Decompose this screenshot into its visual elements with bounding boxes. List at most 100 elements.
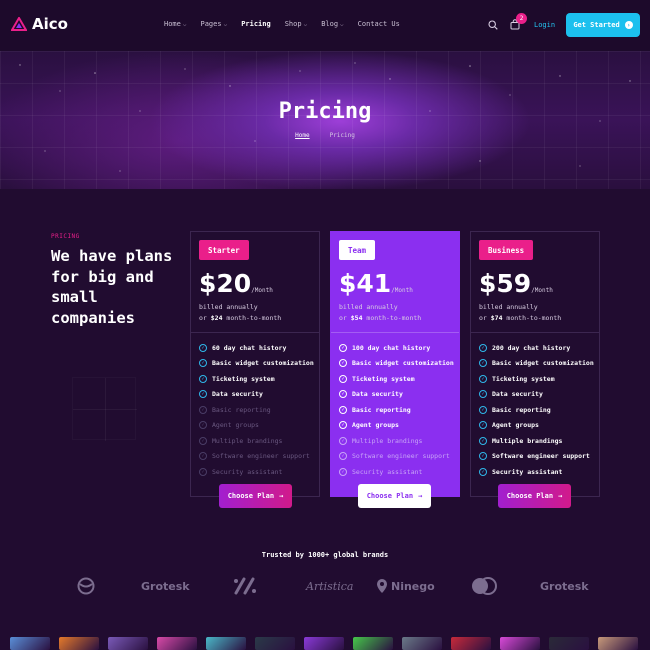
check-circle-icon: ✓ — [339, 467, 347, 476]
ninego-logo: Ninego — [376, 572, 435, 600]
nav-label: Home — [164, 20, 181, 28]
check-circle-icon: ✓ — [199, 374, 207, 383]
nav-item-pages[interactable]: Pages ⌵ — [200, 20, 227, 28]
choose-plan-team-button[interactable]: Choose Plan → — [358, 484, 431, 508]
pricing-eyebrow: PRICING — [51, 233, 80, 240]
nav-label: Shop — [284, 20, 302, 28]
or-label: or — [479, 314, 487, 322]
gallery-thumbnail[interactable] — [549, 637, 589, 650]
feature-text: Software engineer support — [492, 452, 590, 461]
plan-card-business: Business $59 /Month billed annually or $… — [470, 231, 600, 497]
get-started-label: Get Started — [573, 21, 620, 29]
feature-item: ✓ Basic widget customization — [479, 356, 594, 372]
check-circle-icon: ✓ — [479, 452, 487, 461]
feature-text: Security assistant — [352, 467, 423, 476]
monthly-price: $24 — [210, 314, 223, 322]
page-title: Pricing — [278, 99, 372, 124]
price-amount: $20 — [199, 269, 252, 298]
feature-text: Multiple brandings — [212, 436, 283, 445]
feature-item: ✓ 60 day chat history — [199, 340, 314, 356]
feature-text: Security assistant — [212, 467, 283, 476]
login-link[interactable]: Login — [534, 21, 555, 29]
check-circle-icon: ✓ — [199, 343, 207, 352]
check-circle-icon: ✓ — [479, 436, 487, 445]
choose-plan-starter-button[interactable]: Choose Plan → — [219, 484, 292, 508]
trusted-by-heading: Trusted by 1000+ global brands — [261, 551, 389, 559]
nav-label: Pricing — [241, 20, 271, 28]
billing-note: billed annually or $74 month-to-month — [479, 302, 561, 324]
nav-item-home[interactable]: Home ⌵ — [164, 20, 186, 28]
gallery-thumbnail[interactable] — [353, 637, 393, 650]
check-circle-icon: ✓ — [479, 421, 487, 430]
feature-text: Basic reporting — [492, 405, 551, 414]
check-circle-icon: ✓ — [199, 390, 207, 399]
feature-text: Software engineer support — [352, 452, 450, 461]
gallery-thumbnail[interactable] — [451, 637, 491, 650]
price-amount: $41 — [339, 269, 392, 298]
arrow-right-icon: → — [418, 492, 423, 500]
gallery-thumbnail[interactable] — [598, 637, 638, 650]
gallery-thumbnail[interactable] — [157, 637, 197, 650]
feature-text: Software engineer support — [212, 452, 310, 461]
check-circle-icon: ✓ — [339, 343, 347, 352]
decorative-grid — [72, 377, 137, 441]
feature-item: ✓ 100 day chat history — [339, 340, 454, 356]
arrow-right-icon: › — [624, 21, 633, 29]
choose-plan-business-button[interactable]: Choose Plan → — [498, 484, 571, 508]
feature-list: ✓ 200 day chat history ✓ Basic widget custo… — [479, 340, 594, 480]
circle-logo-icon — [77, 572, 95, 600]
feature-item: ✓ Multiple brandings — [479, 433, 594, 449]
get-started-button[interactable]: Get Started › — [566, 13, 640, 37]
feature-list: ✓ 100 day chat history ✓ Basic widget custo… — [339, 340, 454, 480]
button-label: Choose Plan — [506, 492, 554, 500]
feature-item: ✓ Security assistant — [339, 464, 454, 480]
check-circle-icon: ✓ — [339, 405, 347, 414]
check-circle-icon: ✓ — [339, 359, 347, 368]
feature-item: ✓ Agent groups — [339, 418, 454, 434]
check-circle-icon: ✓ — [199, 452, 207, 461]
feature-item: ✓ Agent groups — [199, 418, 314, 434]
check-circle-icon: ✓ — [199, 421, 207, 430]
feature-item: ✓ Multiple brandings — [199, 433, 314, 449]
billing-note: billed annually or $24 month-to-month — [199, 302, 281, 324]
gallery-thumbnail[interactable] — [255, 637, 295, 650]
logo[interactable]: Aico — [11, 15, 68, 33]
feature-item: ✓ Agent groups — [479, 418, 594, 434]
feature-item: ✓ Ticketing system — [339, 371, 454, 387]
grotesk-logo: Grotesk — [141, 579, 190, 593]
check-circle-icon: ✓ — [339, 390, 347, 399]
gallery-thumbnail[interactable] — [402, 637, 442, 650]
rings-logo-icon — [470, 572, 498, 600]
plan-name-badge: Business — [479, 240, 534, 260]
check-circle-icon: ✓ — [479, 405, 487, 414]
chevron-down-icon: ⌵ — [340, 20, 344, 28]
feature-item: ✓ Basic reporting — [339, 402, 454, 418]
chevron-down-icon: ⌵ — [223, 20, 228, 28]
gallery-thumbnail[interactable] — [304, 637, 344, 650]
nav-item-shop[interactable]: Shop ⌵ — [285, 20, 307, 28]
divider — [191, 332, 319, 333]
gallery-thumbnail[interactable] — [10, 637, 50, 650]
nav-item-contact[interactable]: Contact Us — [358, 20, 400, 28]
breadcrumb-home[interactable]: Home — [295, 132, 309, 139]
gallery-thumbnail[interactable] — [500, 637, 540, 650]
feature-item: ✓ Security assistant — [479, 464, 594, 480]
feature-item: ✓ Software engineer support — [479, 449, 594, 465]
nav-item-blog[interactable]: Blog ⌵ — [321, 20, 343, 28]
slash-logo-icon — [232, 572, 258, 600]
feature-item: ✓ Multiple brandings — [339, 433, 454, 449]
search-icon[interactable] — [488, 20, 498, 30]
nav-item-pricing[interactable]: Pricing — [241, 20, 271, 28]
feature-text: Basic widget customization — [212, 359, 314, 368]
feature-item: ✓ Software engineer support — [339, 449, 454, 465]
month-to-month-label: month-to-month — [366, 314, 422, 322]
gallery-thumbnail[interactable] — [206, 637, 246, 650]
price-period: /Month — [391, 287, 413, 294]
feature-item: ✓ Basic widget customization — [339, 356, 454, 372]
button-label: Choose Plan — [227, 492, 275, 500]
page-hero: Pricing Home Pricing — [0, 51, 650, 189]
feature-item: ✓ Basic widget customization — [199, 356, 314, 372]
plan-price: $41 /Month — [339, 269, 413, 298]
gallery-thumbnail[interactable] — [59, 637, 99, 650]
gallery-thumbnail[interactable] — [108, 637, 148, 650]
